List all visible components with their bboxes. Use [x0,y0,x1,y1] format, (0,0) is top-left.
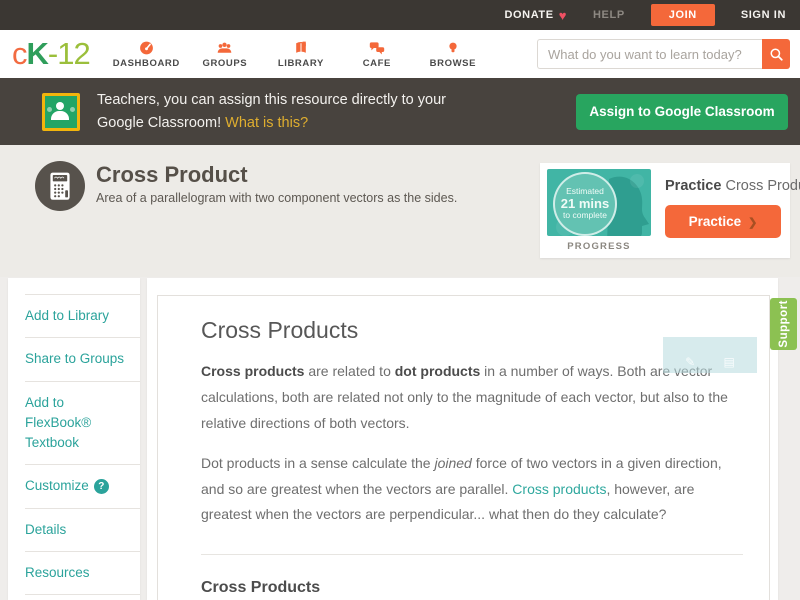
dashboard-gauge-icon [139,41,153,54]
logo-c: c [12,36,27,71]
text-segment[interactable]: Cross products [512,481,606,497]
estimated-time-badge: Estimated 21 mins to complete [553,172,617,236]
ck12-logo[interactable]: cK-12 [12,36,91,72]
nav-label: CAFE [362,57,391,69]
banner-message: Teachers, you can assign this resource d… [97,89,477,134]
text-segment: joined [434,454,472,471]
sidebar-item-details[interactable]: Details [25,509,140,552]
customize-label: Customize [25,478,89,494]
text-segment: Cross products [201,363,305,379]
donate-label: DONATE [504,9,554,21]
sidebar-item-share-to-groups[interactable]: Share to Groups [25,338,140,382]
top-bar: DONATE ♥ HELP JOIN SIGN IN [0,0,800,30]
nav-item-cafe[interactable]: CAFE [346,40,408,69]
sidebar-item-add-to-library[interactable]: Add to Library [25,295,140,339]
nav-label: BROWSE [429,57,477,69]
practice-button-label: Practice [688,214,742,229]
search-button[interactable] [762,39,790,69]
text-segment: are related to [304,363,395,379]
what-is-this-link[interactable]: What is this? [225,115,308,131]
highlighter-pen-icon[interactable]: ✎ [685,355,695,369]
concept-header: Cross Product Area of a parallelogram wi… [0,145,800,277]
sidebar: Add to Library Share to Groups Add to Fl… [8,278,140,600]
practice-card: Estimated 21 mins to complete PROGRESS P… [540,163,800,258]
search-input[interactable] [537,39,762,69]
page-body: Add to Library Share to Groups Add to Fl… [0,277,800,600]
section-divider [201,554,743,556]
nav-item-library[interactable]: LIBRARY [270,40,332,69]
heart-icon: ♥ [558,7,568,23]
nav-item-groups[interactable]: GROUPS [194,40,256,69]
library-book-icon [296,41,306,53]
join-button[interactable]: JOIN [650,4,715,26]
google-classroom-icon [42,92,80,131]
content-subheading: Cross Products [201,579,321,597]
sidebar-item-customize[interactable]: Customize? [25,465,140,509]
groups-people-icon [218,42,232,53]
help-link[interactable]: HELP [593,9,625,21]
sign-in-link[interactable]: SIGN IN [741,9,786,21]
page-subtitle: Area of a parallelogram with two compone… [96,191,458,205]
practice-progress: Estimated 21 mins to complete PROGRESS [546,169,652,252]
text-segment: Dot products in a sense calculate the [201,454,435,471]
support-tab-label: Support [777,300,790,348]
sidebar-item-download[interactable]: Download▾ [25,595,140,600]
logo-k: K [26,36,49,71]
nav-label: DASHBOARD [112,57,180,69]
page-title: Cross Product [96,162,248,187]
practice-title: Practice Cross Product [665,178,800,194]
practice-title-bold: Practice [665,178,722,194]
practice-button[interactable]: Practice ❯ [665,205,781,238]
nav-label: LIBRARY [277,57,324,69]
cafe-chat-icon [369,41,385,54]
chevron-right-icon: ❯ [748,217,758,229]
sidebar-item-resources[interactable]: Resources [25,552,140,595]
estimate-line3: to complete [563,210,607,221]
logo-suffix: -12 [47,36,91,71]
text-segment: dot products [394,363,481,379]
nav-item-dashboard[interactable]: DASHBOARD [113,40,180,69]
paragraph-2: Dot products in a sense calculate the jo… [201,451,745,529]
support-tab[interactable]: Support [770,298,797,350]
nav-label: GROUPS [202,57,248,69]
classroom-banner: Teachers, you can assign this resource d… [0,78,800,145]
text-highlight-toolbar[interactable]: ✎ ▤ [663,337,757,373]
nav-item-browse[interactable]: BROWSE [422,40,484,69]
progress-label: PROGRESS [567,241,631,252]
practice-thumbnail[interactable]: Estimated 21 mins to complete [547,169,651,236]
sidebar-item-add-to-flexbook[interactable]: Add to FlexBook® Textbook [25,382,140,466]
search-box [537,39,790,69]
estimate-line2: 21 mins [560,195,610,211]
practice-title-rest: Cross Product [725,178,800,194]
calculator-icon [35,161,85,211]
donate-link[interactable]: DONATE ♥ [504,8,567,23]
main-nav: cK-12 DASHBOARD GROUPS LIBRARY CAFE BROW… [0,30,800,78]
practice-card-right: Practice Cross Product Practice ❯ [652,169,800,252]
browse-lightbulb-icon [449,42,457,52]
question-badge-icon[interactable]: ? [93,479,109,495]
note-icon[interactable]: ▤ [724,355,735,369]
search-icon [770,48,783,61]
assign-to-classroom-button[interactable]: Assign to Google Classroom [576,93,788,130]
main-panel: Cross Products Cross products are relate… [147,278,778,600]
